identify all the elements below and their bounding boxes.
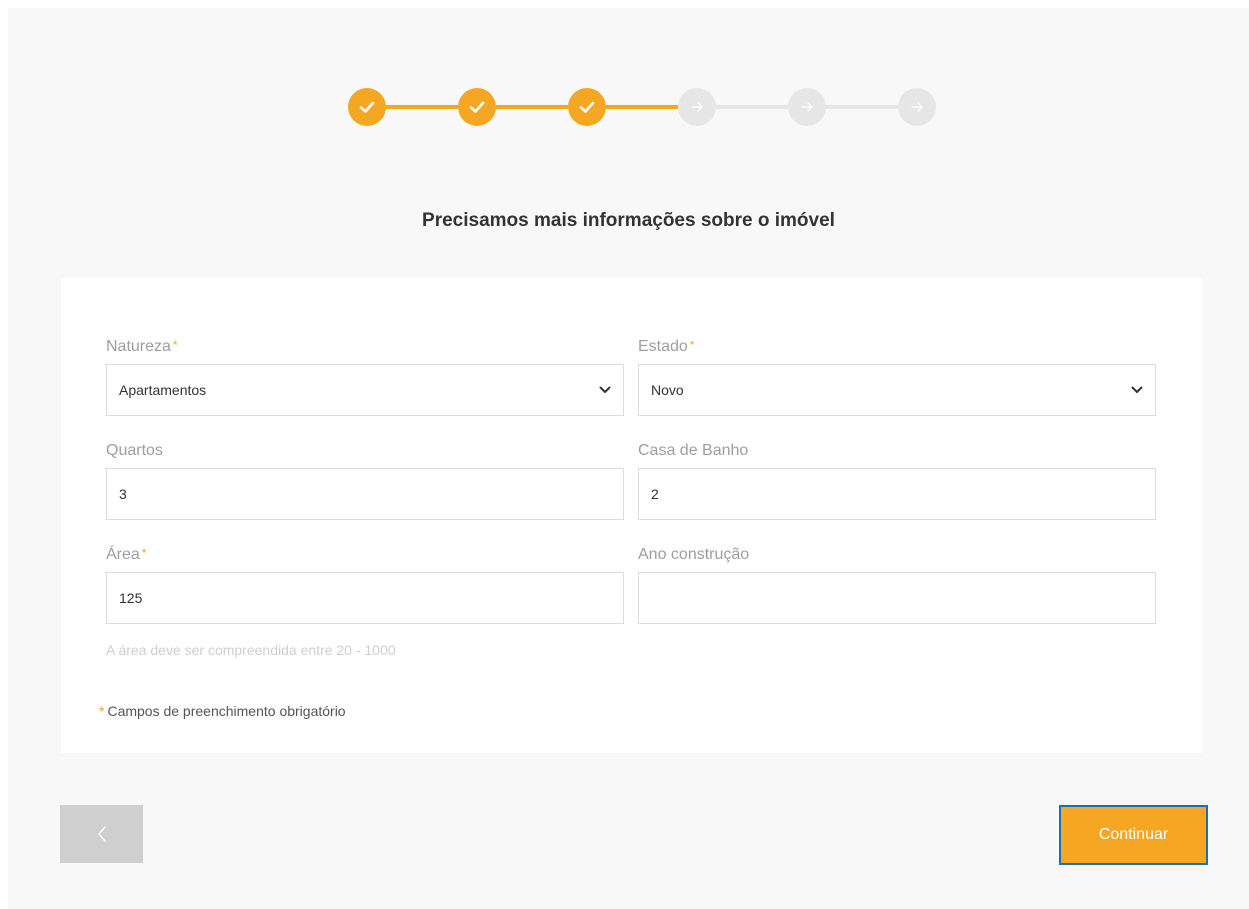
required-note-text: Campos de preenchimento obrigatório xyxy=(107,703,346,719)
required-mark: * xyxy=(99,703,105,719)
step-connector xyxy=(826,105,898,109)
check-icon xyxy=(469,101,485,113)
chevron-left-icon xyxy=(97,826,106,842)
arrow-right-icon xyxy=(801,102,813,112)
step-5 xyxy=(788,88,826,126)
quartos-field: Quartos 3 xyxy=(106,442,624,520)
page-title: Precisamos mais informações sobre o imóv… xyxy=(422,210,835,231)
step-6 xyxy=(898,88,936,126)
continue-button[interactable]: Continuar xyxy=(1059,805,1208,865)
casa-banho-input[interactable]: 2 xyxy=(638,468,1156,520)
required-mark: * xyxy=(141,546,147,560)
arrow-right-icon xyxy=(911,102,923,112)
quartos-label: Quartos xyxy=(106,442,163,459)
property-form-card: Natureza * Apartamentos Estado * Novo Quar… xyxy=(61,278,1202,753)
casa-banho-field: Casa de Banho 2 xyxy=(638,442,1156,520)
back-button[interactable] xyxy=(60,805,143,863)
step-connector xyxy=(386,105,458,109)
chevron-down-icon xyxy=(1131,386,1143,393)
step-connector xyxy=(496,105,568,109)
step-2 xyxy=(458,88,496,126)
natureza-label-text: Natureza xyxy=(106,338,171,355)
step-connector xyxy=(606,105,678,109)
ano-construcao-label: Ano construção xyxy=(638,546,750,563)
required-mark: * xyxy=(172,338,178,352)
estado-label: Estado * xyxy=(638,338,1156,357)
area-input[interactable]: 125 xyxy=(106,572,624,624)
natureza-select[interactable]: Apartamentos xyxy=(106,364,624,416)
quartos-input[interactable]: 3 xyxy=(106,468,624,520)
estado-select[interactable]: Novo xyxy=(638,364,1156,416)
step-1 xyxy=(348,88,386,126)
ano-construcao-input[interactable] xyxy=(638,572,1156,624)
casa-banho-label: Casa de Banho xyxy=(638,442,749,459)
natureza-select-value: Apartamentos xyxy=(119,382,207,398)
page: Precisamos mais informações sobre o imóv… xyxy=(8,8,1249,909)
step-4 xyxy=(678,88,716,126)
step-connector xyxy=(716,105,788,109)
area-field: Área * 125 xyxy=(106,546,624,624)
estado-label-text: Estado xyxy=(638,338,688,355)
natureza-field: Natureza * Apartamentos xyxy=(106,338,624,416)
natureza-label: Natureza * xyxy=(106,338,624,357)
check-icon xyxy=(579,101,595,113)
ano-construcao-field: Ano construção xyxy=(638,546,1156,624)
area-input-value: 125 xyxy=(119,590,143,606)
quartos-input-value: 3 xyxy=(119,486,127,502)
casa-banho-input-value: 2 xyxy=(651,486,659,502)
estado-field: Estado * Novo xyxy=(638,338,1156,416)
required-mark: * xyxy=(689,338,695,352)
area-label-text: Área xyxy=(106,546,140,563)
area-label: Área * xyxy=(106,546,624,565)
progress-stepper xyxy=(348,88,936,126)
estado-select-value: Novo xyxy=(651,382,684,398)
arrow-right-icon xyxy=(691,102,703,112)
check-icon xyxy=(359,101,375,113)
step-3 xyxy=(568,88,606,126)
area-hint: A área deve ser compreendida entre 20 - … xyxy=(106,642,396,658)
chevron-down-icon xyxy=(599,386,611,393)
required-fields-note: * Campos de preenchimento obrigatório xyxy=(99,703,346,719)
